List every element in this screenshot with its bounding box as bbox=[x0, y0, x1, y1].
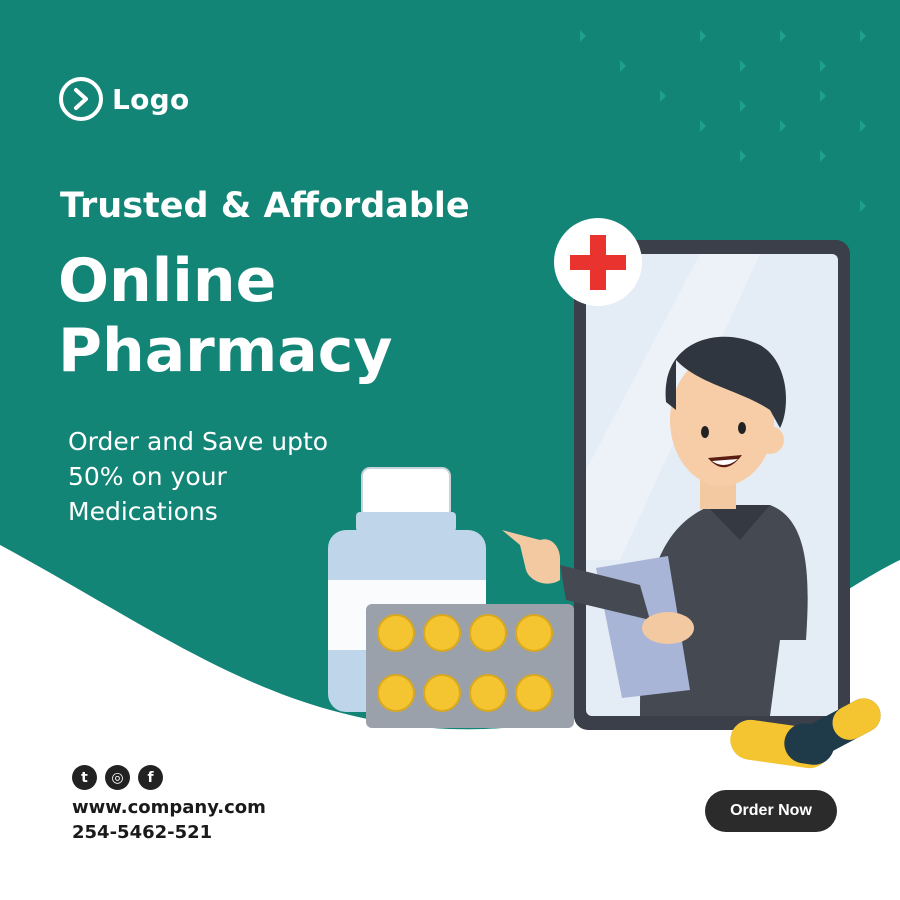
social-links: t ◎ f bbox=[72, 765, 163, 790]
order-now-button[interactable]: Order Now bbox=[705, 790, 837, 832]
banner: Logo Trusted & Affordable Online Pharmac… bbox=[0, 0, 900, 900]
twitter-icon[interactable]: t bbox=[72, 765, 97, 790]
contact-info: www.company.com 254-5462-521 bbox=[72, 795, 266, 845]
phone-number[interactable]: 254-5462-521 bbox=[72, 820, 266, 845]
instagram-icon[interactable]: ◎ bbox=[105, 765, 130, 790]
website-link[interactable]: www.company.com bbox=[72, 795, 266, 820]
facebook-icon[interactable]: f bbox=[138, 765, 163, 790]
